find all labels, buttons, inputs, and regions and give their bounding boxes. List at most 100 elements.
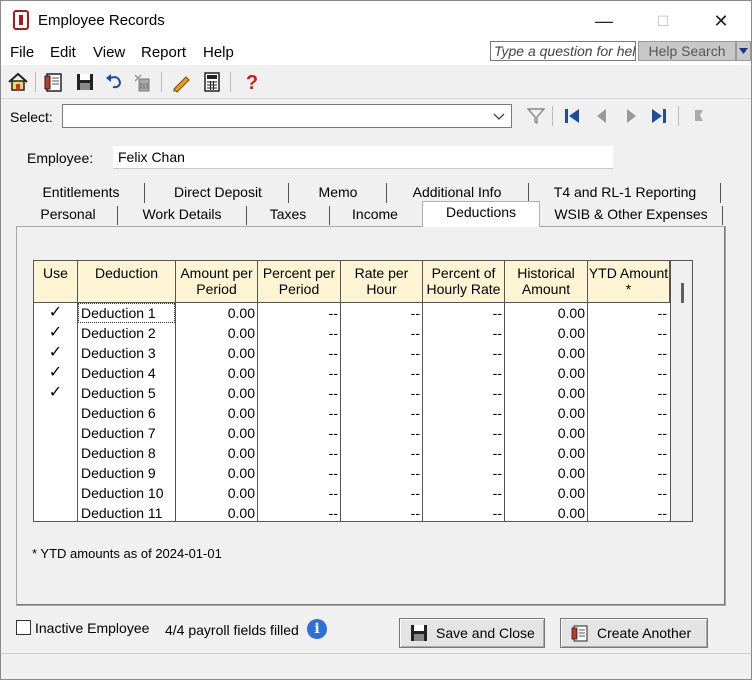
rate-per-hour-cell[interactable]: -- xyxy=(341,503,422,521)
deduction-name-cell[interactable]: Deduction 7 xyxy=(78,423,175,443)
table-row[interactable]: Deduction 7 0.00 -- -- -- 0.00 -- xyxy=(34,423,670,443)
historical-amount-cell[interactable]: 0.00 xyxy=(505,303,587,323)
minimize-button[interactable]: — xyxy=(592,9,616,33)
rate-per-hour-cell[interactable]: -- xyxy=(341,363,422,383)
percent-of-hourly-rate-cell[interactable]: -- xyxy=(423,403,504,423)
historical-amount-cell[interactable]: 0.00 xyxy=(505,463,587,483)
percent-per-period-cell[interactable]: -- xyxy=(258,483,340,503)
amount-per-period-cell[interactable]: 0.00 xyxy=(176,303,257,323)
scrollbar-thumb[interactable] xyxy=(681,283,684,303)
help-search-dropdown-button[interactable] xyxy=(736,41,751,61)
tab-work-details[interactable]: Work Details xyxy=(121,204,243,226)
tab-direct-deposit[interactable]: Direct Deposit xyxy=(151,182,285,204)
use-check-cell[interactable] xyxy=(34,443,77,463)
table-row[interactable]: ✓ Deduction 2 0.00 -- -- -- 0.00 -- xyxy=(34,323,670,343)
table-row[interactable]: Deduction 8 0.00 -- -- -- 0.00 -- xyxy=(34,443,670,463)
tab-deductions[interactable]: Deductions xyxy=(422,201,540,227)
percent-per-period-cell[interactable]: -- xyxy=(258,403,340,423)
undo-icon[interactable] xyxy=(103,71,125,93)
rate-per-hour-cell[interactable]: -- xyxy=(341,303,422,323)
close-button[interactable]: ✕ xyxy=(709,9,733,33)
historical-amount-cell[interactable]: 0.00 xyxy=(505,323,587,343)
percent-per-period-cell[interactable]: -- xyxy=(258,383,340,403)
table-row[interactable]: ✓ Deduction 4 0.00 -- -- -- 0.00 -- xyxy=(34,363,670,383)
historical-amount-cell[interactable]: 0.00 xyxy=(505,443,587,463)
table-row[interactable]: Deduction 9 0.00 -- -- -- 0.00 -- xyxy=(34,463,670,483)
percent-of-hourly-rate-cell[interactable]: -- xyxy=(423,343,504,363)
percent-of-hourly-rate-cell[interactable]: -- xyxy=(423,503,504,521)
percent-per-period-cell[interactable]: -- xyxy=(258,303,340,323)
amount-per-period-cell[interactable]: 0.00 xyxy=(176,403,257,423)
amount-per-period-cell[interactable]: 0.00 xyxy=(176,443,257,463)
filter-icon[interactable] xyxy=(526,107,546,125)
percent-of-hourly-rate-cell[interactable]: -- xyxy=(423,363,504,383)
info-icon[interactable]: i xyxy=(307,619,327,639)
rate-per-hour-cell[interactable]: -- xyxy=(341,403,422,423)
rate-per-hour-cell[interactable]: -- xyxy=(341,323,422,343)
help-search-button[interactable]: Help Search xyxy=(638,41,736,61)
historical-amount-cell[interactable]: 0.00 xyxy=(505,483,587,503)
column-header-percent-per-period[interactable]: Percent per Period xyxy=(258,261,341,303)
employee-name-field[interactable]: Felix Chan xyxy=(113,146,613,169)
grid-scrollbar[interactable] xyxy=(670,261,692,521)
deduction-name-cell[interactable]: Deduction 9 xyxy=(78,463,175,483)
deduction-name-cell[interactable]: Deduction 3 xyxy=(78,343,175,363)
deduction-name-cell[interactable]: Deduction 1 xyxy=(78,303,175,323)
use-check-cell[interactable] xyxy=(34,483,77,503)
historical-amount-cell[interactable]: 0.00 xyxy=(505,343,587,363)
menu-edit[interactable]: Edit xyxy=(50,44,76,61)
ytd-amount-cell[interactable]: -- xyxy=(588,503,669,521)
help-icon[interactable]: ? xyxy=(241,71,263,93)
column-header-amount-per-period[interactable]: Amount per Period xyxy=(176,261,258,303)
ytd-amount-cell[interactable]: -- xyxy=(588,383,669,403)
tab-income[interactable]: Income xyxy=(333,204,417,226)
deduction-name-cell[interactable]: Deduction 11 xyxy=(78,503,175,521)
table-row[interactable]: Deduction 10 0.00 -- -- -- 0.00 -- xyxy=(34,483,670,503)
percent-per-period-cell[interactable]: -- xyxy=(258,323,340,343)
percent-per-period-cell[interactable]: -- xyxy=(258,503,340,521)
employee-select-dropdown[interactable] xyxy=(62,104,512,128)
records-icon[interactable] xyxy=(43,71,65,93)
ytd-amount-cell[interactable]: -- xyxy=(588,463,669,483)
percent-per-period-cell[interactable]: -- xyxy=(258,463,340,483)
deduction-name-cell[interactable]: Deduction 2 xyxy=(78,323,175,343)
amount-per-period-cell[interactable]: 0.00 xyxy=(176,503,257,521)
amount-per-period-cell[interactable]: 0.00 xyxy=(176,323,257,343)
tab-t4-rl1-reporting[interactable]: T4 and RL-1 Reporting xyxy=(536,182,714,204)
deduction-name-cell[interactable]: Deduction 10 xyxy=(78,483,175,503)
save-icon[interactable] xyxy=(74,71,96,93)
table-row[interactable]: Deduction 11 0.00 -- -- -- 0.00 -- xyxy=(34,503,670,521)
percent-of-hourly-rate-cell[interactable]: -- xyxy=(423,383,504,403)
use-check-cell[interactable]: ✓ xyxy=(34,383,77,403)
use-check-cell[interactable] xyxy=(34,503,77,521)
tab-memo[interactable]: Memo xyxy=(293,182,383,204)
percent-of-hourly-rate-cell[interactable]: -- xyxy=(423,323,504,343)
column-header-deduction[interactable]: Deduction xyxy=(78,261,176,303)
table-row[interactable]: ✓ Deduction 3 0.00 -- -- -- 0.00 -- xyxy=(34,343,670,363)
percent-of-hourly-rate-cell[interactable]: -- xyxy=(423,423,504,443)
amount-per-period-cell[interactable]: 0.00 xyxy=(176,483,257,503)
percent-per-period-cell[interactable]: -- xyxy=(258,343,340,363)
previous-record-icon[interactable] xyxy=(593,107,611,125)
ytd-amount-cell[interactable]: -- xyxy=(588,323,669,343)
amount-per-period-cell[interactable]: 0.00 xyxy=(176,463,257,483)
tab-taxes[interactable]: Taxes xyxy=(251,204,325,226)
remove-icon[interactable] xyxy=(132,71,154,93)
use-check-cell[interactable]: ✓ xyxy=(34,303,77,323)
edit-icon[interactable] xyxy=(170,71,192,93)
create-another-button[interactable]: Create Another xyxy=(560,618,708,648)
amount-per-period-cell[interactable]: 0.00 xyxy=(176,343,257,363)
historical-amount-cell[interactable]: 0.00 xyxy=(505,363,587,383)
percent-per-period-cell[interactable]: -- xyxy=(258,423,340,443)
tab-wsib-other-expenses[interactable]: WSIB & Other Expenses xyxy=(546,204,716,226)
percent-of-hourly-rate-cell[interactable]: -- xyxy=(423,463,504,483)
rate-per-hour-cell[interactable]: -- xyxy=(341,343,422,363)
ytd-amount-cell[interactable]: -- xyxy=(588,443,669,463)
column-header-use[interactable]: Use xyxy=(34,261,78,303)
historical-amount-cell[interactable]: 0.00 xyxy=(505,383,587,403)
amount-per-period-cell[interactable]: 0.00 xyxy=(176,383,257,403)
save-and-close-button[interactable]: Save and Close xyxy=(399,618,545,648)
percent-of-hourly-rate-cell[interactable]: -- xyxy=(423,443,504,463)
use-check-cell[interactable]: ✓ xyxy=(34,343,77,363)
tab-entitlements[interactable]: Entitlements xyxy=(31,182,131,204)
